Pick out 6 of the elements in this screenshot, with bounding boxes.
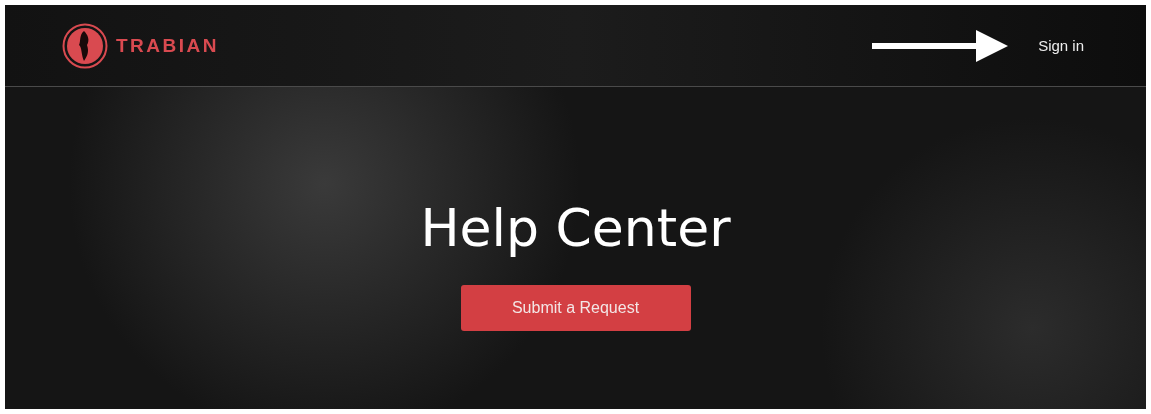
logo-text: TRABIAN [116,34,219,57]
logo-icon [62,22,108,69]
page-title: Help Center [420,200,731,258]
arrow-icon [872,29,1009,62]
submit-request-button[interactable]: Submit a Request [460,285,691,332]
sign-in-link[interactable]: Sign in [1038,37,1084,54]
